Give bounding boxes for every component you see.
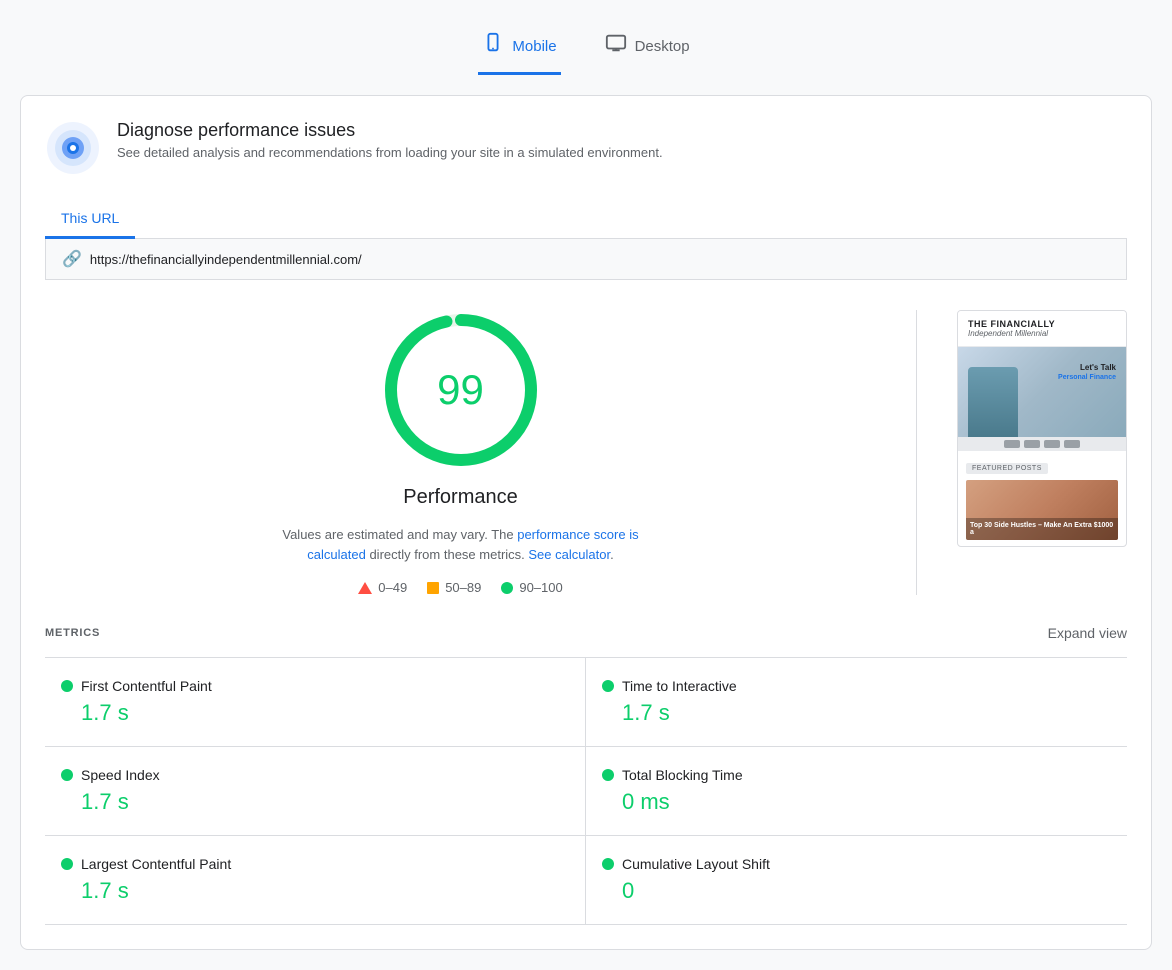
legend-triangle-icon xyxy=(358,582,372,594)
screenshot-logos xyxy=(958,437,1126,451)
metrics-header: METRICS Expand view xyxy=(45,625,1127,641)
metric-tti-value: 1.7 s xyxy=(602,700,1111,726)
tab-desktop-label: Desktop xyxy=(635,38,690,55)
header-text: Diagnose performance issues See detailed… xyxy=(117,120,663,160)
metric-lcp-name: Largest Contentful Paint xyxy=(81,856,231,872)
score-section: 99 Performance Values are estimated and … xyxy=(45,310,876,595)
logo-pill-3 xyxy=(1044,440,1060,448)
logo-pill-1 xyxy=(1004,440,1020,448)
link-icon: 🔗 xyxy=(62,249,82,269)
metric-lcp-dot xyxy=(61,858,73,870)
score-area: 99 Performance Values are estimated and … xyxy=(45,310,1127,595)
url-text: https://thefinanciallyindependentmillenn… xyxy=(90,252,362,267)
screenshot-header: THE FINANCIALLY Independent Millennial xyxy=(958,311,1126,347)
screenshot-mock: THE FINANCIALLY Independent Millennial L… xyxy=(957,310,1127,547)
main-card: Diagnose performance issues See detailed… xyxy=(20,95,1152,950)
metric-tti: Time to Interactive 1.7 s xyxy=(586,658,1127,747)
metric-fcp: First Contentful Paint 1.7 s xyxy=(45,658,586,747)
header-title: Diagnose performance issues xyxy=(117,120,663,141)
legend-mid: 50–89 xyxy=(427,580,481,595)
featured-tag: FEATURED POSTS xyxy=(966,463,1048,474)
vertical-divider xyxy=(916,310,917,595)
legend-mid-label: 50–89 xyxy=(445,580,481,595)
tab-mobile-label: Mobile xyxy=(512,38,556,55)
page-container: Mobile Desktop xyxy=(0,0,1172,970)
header-subtitle: See detailed analysis and recommendation… xyxy=(117,145,663,160)
legend-high-label: 90–100 xyxy=(519,580,562,595)
metric-si-value: 1.7 s xyxy=(61,789,569,815)
metric-tbt-value: 0 ms xyxy=(602,789,1111,815)
legend: 0–49 50–89 90–100 xyxy=(358,580,562,595)
desktop-icon xyxy=(605,32,627,60)
legend-high: 90–100 xyxy=(501,580,562,595)
url-tabs: This URL xyxy=(45,200,1127,239)
featured-img: Top 30 Side Hustles – Make An Extra $100… xyxy=(966,480,1118,540)
mobile-icon xyxy=(482,32,504,60)
metric-cls: Cumulative Layout Shift 0 xyxy=(586,836,1127,925)
metric-si-name: Speed Index xyxy=(81,767,160,783)
metric-lcp: Largest Contentful Paint 1.7 s xyxy=(45,836,586,925)
metrics-grid: First Contentful Paint 1.7 s Time to Int… xyxy=(45,657,1127,925)
tab-bar: Mobile Desktop xyxy=(20,20,1152,75)
metric-cls-dot xyxy=(602,858,614,870)
featured-img-caption: Top 30 Side Hustles – Make An Extra $100… xyxy=(970,522,1114,536)
url-tab-this[interactable]: This URL xyxy=(45,200,135,239)
legend-low-label: 0–49 xyxy=(378,580,407,595)
metric-tbt-name: Total Blocking Time xyxy=(622,767,743,783)
screenshot-hero-text: Let's Talk Personal Finance xyxy=(1058,362,1116,383)
score-circle: 99 xyxy=(381,310,541,470)
url-bar: 🔗 https://thefinanciallyindependentmille… xyxy=(45,239,1127,280)
tab-mobile[interactable]: Mobile xyxy=(478,20,560,75)
header-icon xyxy=(45,120,101,176)
legend-circle-icon xyxy=(501,582,513,594)
calculator-link[interactable]: See calculator xyxy=(528,547,610,562)
screenshot-section: THE FINANCIALLY Independent Millennial L… xyxy=(957,310,1127,547)
metrics-label: METRICS xyxy=(45,627,100,639)
screenshot-site-sub: Independent Millennial xyxy=(968,329,1116,338)
expand-view-button[interactable]: Expand view xyxy=(1048,625,1127,641)
metric-fcp-dot xyxy=(61,680,73,692)
screenshot-featured: FEATURED POSTS Top 30 Side Hustles – Mak… xyxy=(958,451,1126,546)
metric-tbt: Total Blocking Time 0 ms xyxy=(586,747,1127,836)
logo-pill-2 xyxy=(1024,440,1040,448)
metric-lcp-value: 1.7 s xyxy=(61,878,569,904)
score-number: 99 xyxy=(437,366,484,414)
metric-fcp-name: First Contentful Paint xyxy=(81,678,212,694)
metric-tti-name: Time to Interactive xyxy=(622,678,737,694)
metric-tbt-dot xyxy=(602,769,614,781)
metric-tti-dot xyxy=(602,680,614,692)
legend-square-icon xyxy=(427,582,439,594)
metric-cls-value: 0 xyxy=(602,878,1111,904)
logo-pill-4 xyxy=(1064,440,1080,448)
metric-cls-name: Cumulative Layout Shift xyxy=(622,856,770,872)
header-section: Diagnose performance issues See detailed… xyxy=(45,120,1127,176)
metric-si-dot xyxy=(61,769,73,781)
tab-desktop[interactable]: Desktop xyxy=(601,20,694,75)
metric-fcp-value: 1.7 s xyxy=(61,700,569,726)
screenshot-hero: Let's Talk Personal Finance xyxy=(958,347,1126,437)
screenshot-person xyxy=(968,367,1018,437)
score-label: Performance xyxy=(403,486,518,509)
screenshot-site-name: THE FINANCIALLY xyxy=(968,319,1116,329)
metric-si: Speed Index 1.7 s xyxy=(45,747,586,836)
legend-low: 0–49 xyxy=(358,580,407,595)
score-note: Values are estimated and may vary. The p… xyxy=(271,525,651,564)
featured-img-overlay: Top 30 Side Hustles – Make An Extra $100… xyxy=(966,518,1118,540)
